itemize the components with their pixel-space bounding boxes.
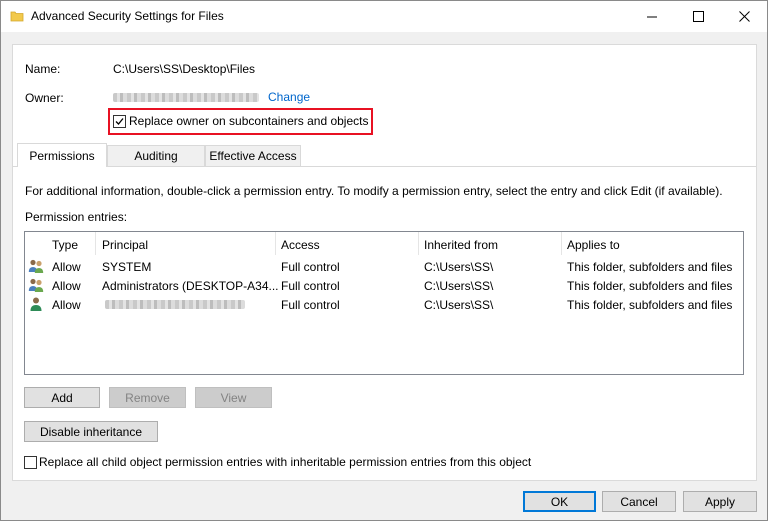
cell-inherited-from: C:\Users\SS\ — [424, 298, 494, 312]
change-owner-link[interactable]: Change — [268, 90, 310, 104]
table-row[interactable]: Allow Administrators (DESKTOP-A34... Ful… — [25, 276, 741, 295]
cell-applies-to: This folder, subfolders and files — [567, 279, 733, 293]
cell-inherited-from: C:\Users\SS\ — [424, 260, 494, 274]
cell-applies-to: This folder, subfolders and files — [567, 298, 733, 312]
permission-entries-label: Permission entries: — [25, 210, 128, 224]
tab-strip-line — [13, 166, 756, 167]
remove-button[interactable]: Remove — [109, 387, 186, 408]
title-bar[interactable]: Advanced Security Settings for Files — [1, 1, 767, 32]
disable-inheritance-button[interactable]: Disable inheritance — [24, 421, 158, 442]
minimize-icon — [646, 16, 657, 18]
permission-entries-list[interactable]: Type Principal Access Inherited from App… — [24, 231, 744, 375]
column-divider[interactable] — [95, 232, 96, 255]
replace-child-entries-checkbox[interactable] — [24, 456, 37, 469]
maximize-icon — [692, 11, 704, 22]
cell-applies-to: This folder, subfolders and files — [567, 260, 733, 274]
column-divider[interactable] — [561, 232, 562, 255]
cell-principal: Administrators (DESKTOP-A34... — [102, 279, 279, 293]
maximize-button[interactable] — [675, 1, 721, 32]
name-value: C:\Users\SS\Desktop\Files — [113, 62, 256, 76]
column-header-access[interactable]: Access — [281, 238, 320, 252]
ok-button[interactable]: OK — [523, 491, 596, 512]
apply-button[interactable]: Apply — [683, 491, 757, 512]
security-settings-window: Advanced Security Settings for Files Nam… — [0, 0, 768, 521]
checkmark-icon — [115, 118, 124, 125]
column-header-applies-to[interactable]: Applies to — [567, 238, 620, 252]
tab-auditing[interactable]: Auditing — [107, 145, 205, 166]
cell-type: Allow — [52, 279, 81, 293]
column-divider[interactable] — [275, 232, 276, 255]
cell-principal-redacted — [105, 300, 245, 309]
cancel-button[interactable]: Cancel — [602, 491, 676, 512]
tab-label: Auditing — [134, 149, 178, 163]
replace-owner-checkbox[interactable] — [113, 115, 126, 128]
tab-label: Effective Access — [209, 149, 297, 163]
replace-child-entries-label: Replace all child object permission entr… — [39, 455, 532, 469]
group-users-icon — [28, 278, 44, 292]
table-row[interactable]: Allow SYSTEM Full control C:\Users\SS\ T… — [25, 257, 741, 276]
info-text: For additional information, double-click… — [25, 184, 723, 198]
view-button[interactable]: View — [195, 387, 272, 408]
column-header-inherited-from[interactable]: Inherited from — [424, 238, 498, 252]
column-header-type[interactable]: Type — [52, 238, 78, 252]
content-panel: Name: C:\Users\SS\Desktop\Files Owner: C… — [12, 44, 757, 481]
add-button[interactable]: Add — [24, 387, 100, 408]
column-divider[interactable] — [418, 232, 419, 255]
cell-access: Full control — [281, 260, 340, 274]
name-label: Name: — [25, 62, 61, 76]
tab-label: Permissions — [29, 148, 95, 163]
owner-value-redacted — [113, 93, 259, 102]
cell-type: Allow — [52, 260, 81, 274]
table-row[interactable]: Allow Full control C:\Users\SS\ This fol… — [25, 295, 741, 314]
cell-inherited-from: C:\Users\SS\ — [424, 279, 494, 293]
tab-permissions[interactable]: Permissions — [17, 143, 107, 167]
close-icon — [738, 11, 750, 22]
replace-owner-label: Replace owner on subcontainers and objec… — [129, 114, 369, 128]
cell-type: Allow — [52, 298, 81, 312]
column-header-principal[interactable]: Principal — [102, 238, 148, 252]
folder-icon — [10, 11, 24, 22]
cell-principal: SYSTEM — [102, 260, 152, 274]
close-button[interactable] — [721, 1, 767, 32]
minimize-button[interactable] — [629, 1, 675, 32]
cell-access: Full control — [281, 298, 340, 312]
group-users-icon — [28, 259, 44, 273]
tab-effective-access[interactable]: Effective Access — [205, 145, 301, 166]
cell-access: Full control — [281, 279, 340, 293]
window-title: Advanced Security Settings for Files — [31, 9, 224, 23]
user-icon — [30, 297, 42, 311]
owner-label: Owner: — [25, 91, 64, 105]
